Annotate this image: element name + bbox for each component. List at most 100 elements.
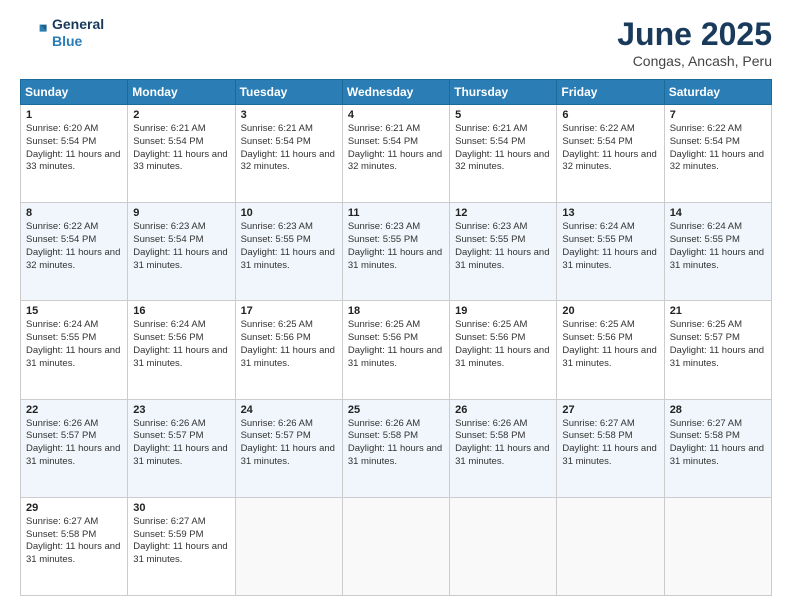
calendar-header-row: Sunday Monday Tuesday Wednesday Thursday… <box>21 80 772 105</box>
daylight-label: Daylight: 11 hours and 32 minutes. <box>241 149 335 173</box>
sunrise-label: Sunrise: 6:23 AM <box>348 221 420 232</box>
cell-content: Sunrise: 6:25 AM Sunset: 5:57 PM Dayligh… <box>670 319 766 370</box>
table-row: 18 Sunrise: 6:25 AM Sunset: 5:56 PM Dayl… <box>342 301 449 399</box>
sunset-label: Sunset: 5:54 PM <box>455 136 525 147</box>
table-row: 20 Sunrise: 6:25 AM Sunset: 5:56 PM Dayl… <box>557 301 664 399</box>
calendar-week-row: 22 Sunrise: 6:26 AM Sunset: 5:57 PM Dayl… <box>21 399 772 497</box>
day-number: 16 <box>133 305 229 317</box>
empty-cell <box>342 497 449 595</box>
col-tuesday: Tuesday <box>235 80 342 105</box>
day-number: 27 <box>562 404 658 416</box>
cell-content: Sunrise: 6:24 AM Sunset: 5:55 PM Dayligh… <box>670 221 766 272</box>
cell-content: Sunrise: 6:27 AM Sunset: 5:59 PM Dayligh… <box>133 516 229 567</box>
table-row: 13 Sunrise: 6:24 AM Sunset: 5:55 PM Dayl… <box>557 203 664 301</box>
table-row: 21 Sunrise: 6:25 AM Sunset: 5:57 PM Dayl… <box>664 301 771 399</box>
sunrise-label: Sunrise: 6:21 AM <box>348 123 420 134</box>
sunset-label: Sunset: 5:57 PM <box>26 430 96 441</box>
day-number: 8 <box>26 207 122 219</box>
day-number: 19 <box>455 305 551 317</box>
cell-content: Sunrise: 6:23 AM Sunset: 5:55 PM Dayligh… <box>241 221 337 272</box>
empty-cell <box>450 497 557 595</box>
daylight-label: Daylight: 11 hours and 31 minutes. <box>26 541 120 565</box>
daylight-label: Daylight: 11 hours and 31 minutes. <box>241 247 335 271</box>
daylight-label: Daylight: 11 hours and 31 minutes. <box>562 247 656 271</box>
day-number: 5 <box>455 109 551 121</box>
day-number: 29 <box>26 502 122 514</box>
daylight-label: Daylight: 11 hours and 31 minutes. <box>26 443 120 467</box>
daylight-label: Daylight: 11 hours and 32 minutes. <box>455 149 549 173</box>
sunrise-label: Sunrise: 6:25 AM <box>241 319 313 330</box>
table-row: 1 Sunrise: 6:20 AM Sunset: 5:54 PM Dayli… <box>21 105 128 203</box>
sunrise-label: Sunrise: 6:21 AM <box>133 123 205 134</box>
sunset-label: Sunset: 5:56 PM <box>241 332 311 343</box>
table-row: 23 Sunrise: 6:26 AM Sunset: 5:57 PM Dayl… <box>128 399 235 497</box>
sunrise-label: Sunrise: 6:26 AM <box>455 418 527 429</box>
daylight-label: Daylight: 11 hours and 31 minutes. <box>133 345 227 369</box>
cell-content: Sunrise: 6:21 AM Sunset: 5:54 PM Dayligh… <box>241 123 337 174</box>
sunset-label: Sunset: 5:58 PM <box>670 430 740 441</box>
day-number: 24 <box>241 404 337 416</box>
sunrise-label: Sunrise: 6:27 AM <box>26 516 98 527</box>
cell-content: Sunrise: 6:26 AM Sunset: 5:57 PM Dayligh… <box>133 418 229 469</box>
day-number: 14 <box>670 207 766 219</box>
sunrise-label: Sunrise: 6:21 AM <box>241 123 313 134</box>
day-number: 23 <box>133 404 229 416</box>
header: General Blue June 2025 Congas, Ancash, P… <box>20 16 772 69</box>
daylight-label: Daylight: 11 hours and 31 minutes. <box>670 443 764 467</box>
table-row: 12 Sunrise: 6:23 AM Sunset: 5:55 PM Dayl… <box>450 203 557 301</box>
cell-content: Sunrise: 6:21 AM Sunset: 5:54 PM Dayligh… <box>133 123 229 174</box>
sunrise-label: Sunrise: 6:23 AM <box>133 221 205 232</box>
daylight-label: Daylight: 11 hours and 31 minutes. <box>455 345 549 369</box>
sunrise-label: Sunrise: 6:25 AM <box>562 319 634 330</box>
col-sunday: Sunday <box>21 80 128 105</box>
table-row: 16 Sunrise: 6:24 AM Sunset: 5:56 PM Dayl… <box>128 301 235 399</box>
daylight-label: Daylight: 11 hours and 31 minutes. <box>455 247 549 271</box>
calendar-week-row: 8 Sunrise: 6:22 AM Sunset: 5:54 PM Dayli… <box>21 203 772 301</box>
sunrise-label: Sunrise: 6:20 AM <box>26 123 98 134</box>
cell-content: Sunrise: 6:26 AM Sunset: 5:57 PM Dayligh… <box>241 418 337 469</box>
sunset-label: Sunset: 5:54 PM <box>133 136 203 147</box>
daylight-label: Daylight: 11 hours and 31 minutes. <box>26 345 120 369</box>
day-number: 18 <box>348 305 444 317</box>
sunset-label: Sunset: 5:58 PM <box>26 529 96 540</box>
sunrise-label: Sunrise: 6:22 AM <box>562 123 634 134</box>
table-row: 24 Sunrise: 6:26 AM Sunset: 5:57 PM Dayl… <box>235 399 342 497</box>
daylight-label: Daylight: 11 hours and 31 minutes. <box>348 247 442 271</box>
table-row: 14 Sunrise: 6:24 AM Sunset: 5:55 PM Dayl… <box>664 203 771 301</box>
logo-icon <box>20 19 48 47</box>
cell-content: Sunrise: 6:27 AM Sunset: 5:58 PM Dayligh… <box>562 418 658 469</box>
cell-content: Sunrise: 6:20 AM Sunset: 5:54 PM Dayligh… <box>26 123 122 174</box>
cell-content: Sunrise: 6:26 AM Sunset: 5:57 PM Dayligh… <box>26 418 122 469</box>
table-row: 30 Sunrise: 6:27 AM Sunset: 5:59 PM Dayl… <box>128 497 235 595</box>
empty-cell <box>664 497 771 595</box>
sunrise-label: Sunrise: 6:26 AM <box>348 418 420 429</box>
cell-content: Sunrise: 6:26 AM Sunset: 5:58 PM Dayligh… <box>455 418 551 469</box>
cell-content: Sunrise: 6:24 AM Sunset: 5:55 PM Dayligh… <box>562 221 658 272</box>
sunset-label: Sunset: 5:55 PM <box>241 234 311 245</box>
logo-line2: Blue <box>52 33 104 50</box>
sunrise-label: Sunrise: 6:25 AM <box>348 319 420 330</box>
day-number: 10 <box>241 207 337 219</box>
day-number: 12 <box>455 207 551 219</box>
table-row: 7 Sunrise: 6:22 AM Sunset: 5:54 PM Dayli… <box>664 105 771 203</box>
table-row: 29 Sunrise: 6:27 AM Sunset: 5:58 PM Dayl… <box>21 497 128 595</box>
daylight-label: Daylight: 11 hours and 31 minutes. <box>348 345 442 369</box>
sunrise-label: Sunrise: 6:23 AM <box>241 221 313 232</box>
sunset-label: Sunset: 5:54 PM <box>26 234 96 245</box>
day-number: 6 <box>562 109 658 121</box>
sunset-label: Sunset: 5:55 PM <box>455 234 525 245</box>
sunrise-label: Sunrise: 6:24 AM <box>670 221 742 232</box>
table-row: 3 Sunrise: 6:21 AM Sunset: 5:54 PM Dayli… <box>235 105 342 203</box>
daylight-label: Daylight: 11 hours and 31 minutes. <box>348 443 442 467</box>
subtitle: Congas, Ancash, Peru <box>617 53 772 69</box>
daylight-label: Daylight: 11 hours and 31 minutes. <box>562 443 656 467</box>
day-number: 17 <box>241 305 337 317</box>
sunset-label: Sunset: 5:54 PM <box>241 136 311 147</box>
page: General Blue June 2025 Congas, Ancash, P… <box>0 0 792 612</box>
sunset-label: Sunset: 5:54 PM <box>562 136 632 147</box>
day-number: 30 <box>133 502 229 514</box>
sunrise-label: Sunrise: 6:22 AM <box>26 221 98 232</box>
day-number: 13 <box>562 207 658 219</box>
day-number: 7 <box>670 109 766 121</box>
cell-content: Sunrise: 6:25 AM Sunset: 5:56 PM Dayligh… <box>562 319 658 370</box>
